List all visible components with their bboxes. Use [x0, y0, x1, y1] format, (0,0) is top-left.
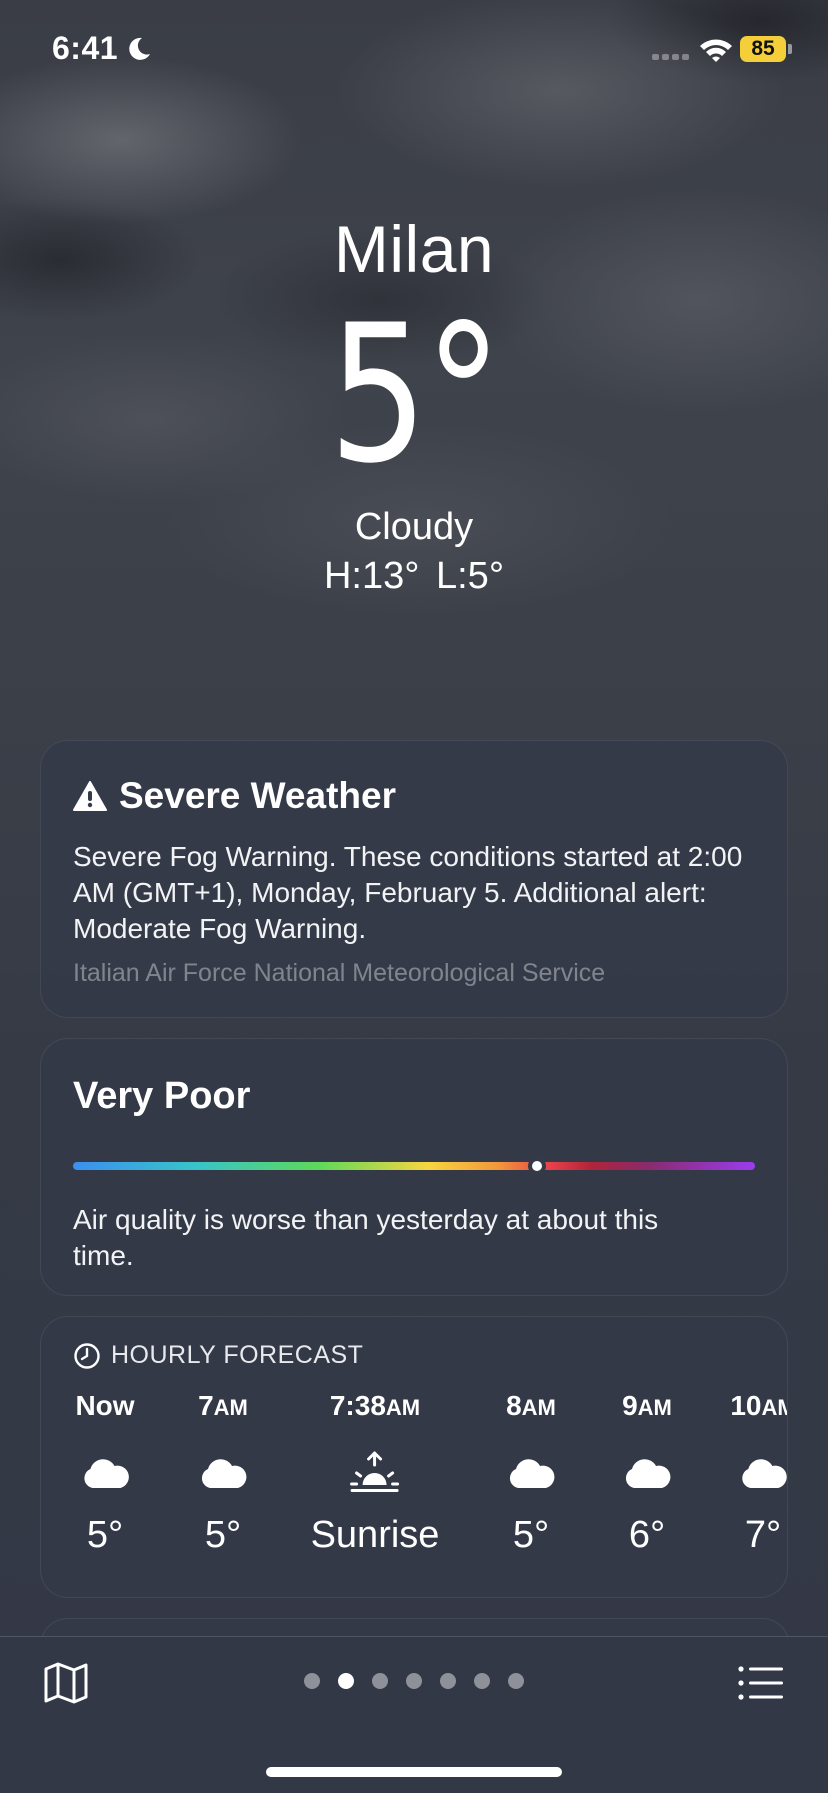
hourly-item: 8AM 5°: [506, 1388, 556, 1557]
page-dot[interactable]: [406, 1673, 422, 1689]
hour-label: 8AM: [506, 1390, 556, 1421]
city-list-icon[interactable]: [738, 1665, 784, 1701]
air-quality-scale: [73, 1157, 755, 1175]
hour-value: 5°: [86, 1514, 124, 1556]
clock-icon: [74, 1342, 100, 1369]
hour-value: 7°: [744, 1514, 782, 1556]
bottom-toolbar: [0, 1636, 828, 1793]
hourly-item: 10AM 7°: [730, 1388, 787, 1557]
page-dot[interactable]: [474, 1673, 490, 1689]
wifi-icon: [700, 39, 732, 62]
severe-weather-header: Severe Weather: [73, 775, 755, 817]
hour-value: 6°: [628, 1514, 666, 1556]
cloud-icon: [730, 1444, 787, 1504]
cloud-icon: [75, 1444, 134, 1504]
hour-value: 5°: [204, 1514, 242, 1556]
severe-weather-source: Italian Air Force National Meteorologica…: [73, 959, 606, 987]
hour-value: 5°: [512, 1514, 550, 1556]
hour-label: Now: [75, 1390, 135, 1421]
current-temperature: 5°: [328, 284, 503, 505]
page-dot[interactable]: [304, 1673, 320, 1689]
cellular-signal-icon: [652, 54, 689, 60]
status-time: 6:41: [52, 30, 119, 66]
severe-weather-card[interactable]: Severe Weather Severe Fog Warning. These…: [40, 740, 788, 1018]
page-dot[interactable]: [338, 1673, 354, 1689]
air-quality-marker: [527, 1157, 546, 1175]
battery-tip: [788, 44, 792, 54]
severe-weather-title: Severe Weather: [119, 775, 396, 816]
cloud-icon: [198, 1444, 248, 1504]
current-conditions: Milan 5° Cloudy H:13° L:5°: [0, 200, 828, 598]
sunrise-icon: [311, 1444, 440, 1504]
page-indicator[interactable]: [0, 1673, 828, 1694]
cloud-icon: [622, 1444, 672, 1504]
hourly-item: 9AM 6°: [622, 1388, 672, 1557]
hourly-item: 7AM 5°: [198, 1388, 248, 1557]
hour-label: 10AM: [730, 1390, 787, 1421]
hourly-forecast-title: HOURLY FORECAST: [111, 1341, 364, 1369]
moon-icon: [129, 37, 150, 60]
hour-label: 7AM: [198, 1390, 248, 1421]
condition-text: Cloudy: [354, 506, 474, 548]
city-name: Milan: [333, 212, 495, 286]
severe-weather-body: Severe Fog Warning. These conditions sta…: [73, 841, 743, 944]
battery-indicator: 85: [740, 36, 792, 64]
page-dot[interactable]: [508, 1673, 524, 1689]
hourly-forecast-list[interactable]: Now 5° 7AM 5° 7:38AM Sunrise 8AM 5° 9AM 6° 10AM 7°: [41, 1388, 787, 1588]
page-dot[interactable]: [372, 1673, 388, 1689]
hour-value: Sunrise: [310, 1514, 440, 1556]
cloud-icon: [506, 1444, 556, 1504]
high-low-temperature: H:13° L:5°: [323, 555, 505, 597]
hour-label: 7:38AM: [329, 1390, 421, 1421]
page-dot[interactable]: [440, 1673, 456, 1689]
air-quality-title: Very Poor: [73, 1075, 251, 1117]
home-indicator: [266, 1767, 562, 1777]
air-quality-card[interactable]: Very Poor Air quality is worse than yest…: [40, 1038, 788, 1296]
hour-label: 9AM: [622, 1390, 672, 1421]
air-quality-description: Air quality is worse than yesterday at a…: [73, 1204, 659, 1271]
hourly-item: 7:38AM Sunrise: [311, 1388, 440, 1557]
hourly-forecast-card[interactable]: HOURLY FORECAST Now 5° 7AM 5° 7:38AM Sunrise 8…: [40, 1316, 788, 1598]
battery-level: 85: [740, 36, 786, 62]
status-bar: 6:41 85: [0, 0, 828, 100]
hourly-item: Now 5°: [75, 1388, 134, 1557]
warning-icon: [73, 781, 107, 811]
hourly-forecast-header: HOURLY FORECAST: [41, 1341, 787, 1370]
